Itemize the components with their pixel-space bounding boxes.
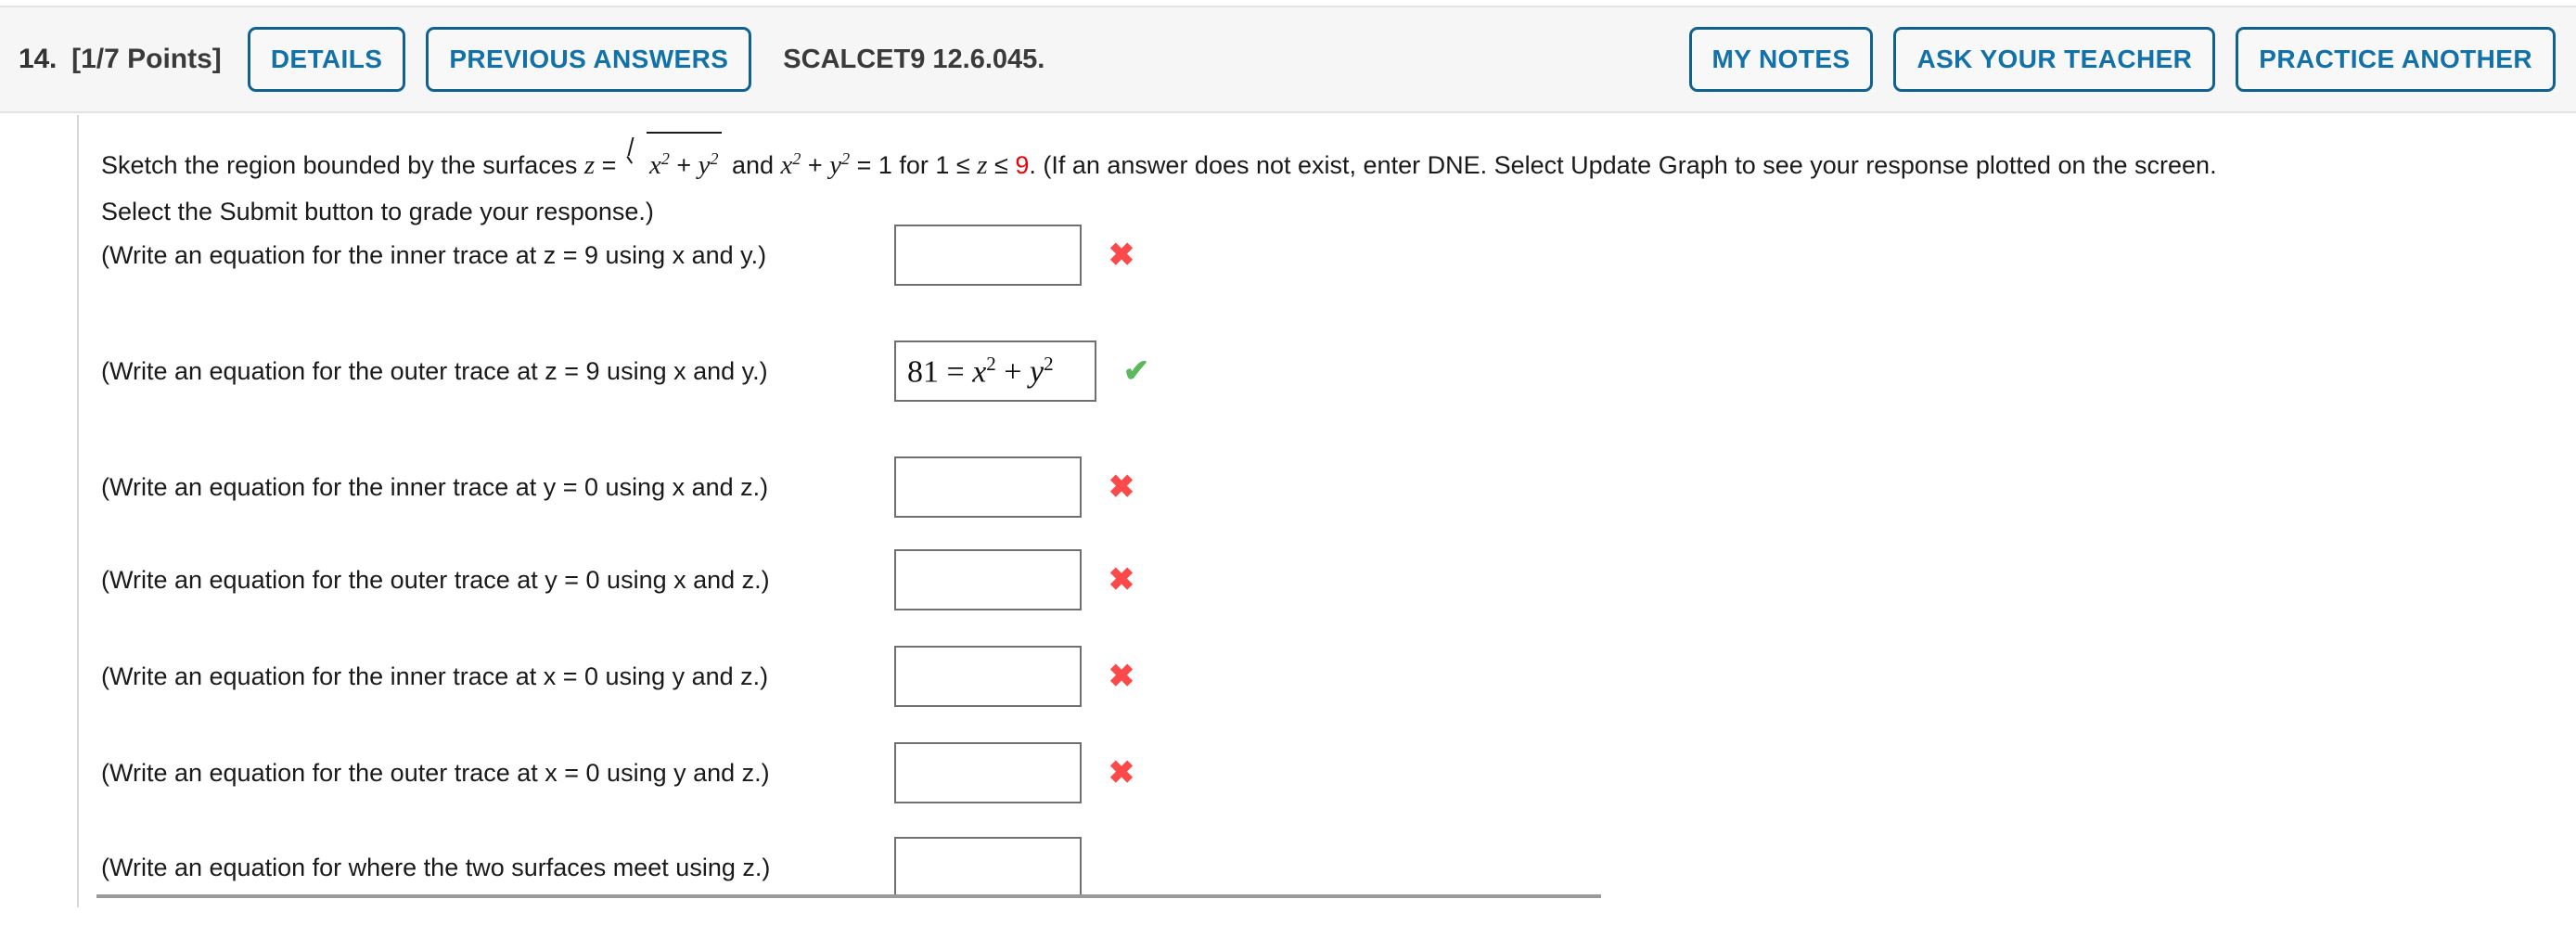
answer-value: 81 = x2 + y2 [907, 352, 1054, 390]
stem-var-z2: z [977, 150, 988, 180]
stem-text-2: . (If an answer does not exist, enter DN… [1029, 151, 2217, 179]
previous-answers-button[interactable]: PREVIOUS ANSWERS [426, 27, 752, 92]
row-label: (Write an equation for the inner trace a… [101, 240, 767, 269]
incorrect-icon: ✖ [1108, 238, 1135, 273]
answer-input[interactable] [894, 646, 1082, 707]
answer-var-y: y [1029, 354, 1044, 390]
question-number: 14. [19, 44, 58, 74]
problem-statement: Sketch the region bounded by the surface… [101, 132, 2531, 235]
section-divider [96, 894, 1601, 898]
question-header-bar: 14. [1/7 Points] DETAILS PREVIOUS ANSWER… [0, 6, 2576, 113]
practice-another-button[interactable]: PRACTICE ANOTHER [2236, 27, 2556, 92]
my-notes-button[interactable]: MY NOTES [1688, 27, 1874, 92]
row-label: (Write an equation for where the two sur… [101, 853, 771, 881]
answer-y-exponent: 2 [1044, 352, 1054, 375]
answer-input[interactable] [894, 837, 1082, 898]
question-body: Sketch the region bounded by the surface… [77, 115, 2576, 907]
radicand-plus: + [669, 151, 698, 179]
incorrect-icon: ✖ [1108, 562, 1135, 597]
stem-var-x: x [780, 150, 793, 180]
stem-equals-one: = 1 for 1 ≤ [850, 151, 978, 179]
stem-text-and: and [724, 151, 781, 179]
radicand-x-exponent: 2 [660, 149, 670, 168]
answer-input[interactable]: 81 = x2 + y2 [894, 340, 1096, 402]
answer-row: (Write an equation for the inner trace a… [101, 646, 1143, 707]
answer-input[interactable] [894, 549, 1082, 610]
ask-your-teacher-button[interactable]: ASK YOUR TEACHER [1893, 27, 2216, 92]
incorrect-icon: ✖ [1108, 659, 1135, 694]
header-action-group: MY NOTES ASK YOUR TEACHER PRACTICE ANOTH… [1688, 27, 2556, 92]
stem-var-z: z [583, 150, 596, 180]
textbook-reference-code: SCALCET9 12.6.045. [783, 44, 1045, 74]
answer-input[interactable] [894, 742, 1082, 803]
radicand-y-exponent: 2 [710, 149, 719, 168]
answer-lhs: 81 = [907, 354, 973, 390]
answer-x-exponent: 2 [986, 352, 996, 375]
row-label: (Write an equation for the outer trace a… [101, 565, 770, 594]
row-label: (Write an equation for the inner trace a… [101, 472, 769, 501]
incorrect-icon: ✖ [1108, 469, 1135, 505]
row-label: (Write an equation for the inner trace a… [101, 662, 769, 690]
incorrect-icon: ✖ [1108, 755, 1135, 790]
answer-operator: + [995, 354, 1030, 390]
correct-icon: ✔ [1122, 353, 1150, 389]
answer-row: (Write an equation for where the two sur… [101, 837, 1143, 898]
answer-row: (Write an equation for the outer trace a… [101, 742, 1143, 803]
stem-y-exponent: 2 [841, 149, 851, 168]
answer-input[interactable] [894, 225, 1082, 286]
answer-row: (Write an equation for the outer trace a… [101, 340, 1158, 402]
stem-var-y: y [829, 150, 842, 180]
points-badge: [1/7 Points] [71, 44, 222, 74]
stem-equals-1: = [595, 151, 623, 179]
row-label: (Write an equation for the outer trace a… [101, 356, 768, 385]
stem-text-1: Sketch the region bounded by the surface… [101, 151, 584, 179]
answer-row: (Write an equation for the outer trace a… [101, 549, 1143, 610]
answer-row: (Write an equation for the inner trace a… [101, 456, 1143, 518]
stem-plus: + [801, 151, 830, 179]
answer-var-x: x [972, 354, 987, 390]
answer-input[interactable] [894, 456, 1082, 518]
stem-leq: ≤ [987, 151, 1016, 179]
details-button[interactable]: DETAILS [247, 27, 406, 92]
row-label: (Write an equation for the outer trace a… [101, 758, 770, 787]
z-upper-bound-value: 9 [1015, 151, 1030, 179]
radicand-y: y [698, 150, 711, 180]
answer-row: (Write an equation for the inner trace a… [101, 225, 1143, 286]
radicand-x: x [648, 150, 661, 180]
stem-text-3: Select the Submit button to grade your r… [101, 198, 654, 225]
square-root-icon: x2 + y2 [626, 132, 723, 188]
